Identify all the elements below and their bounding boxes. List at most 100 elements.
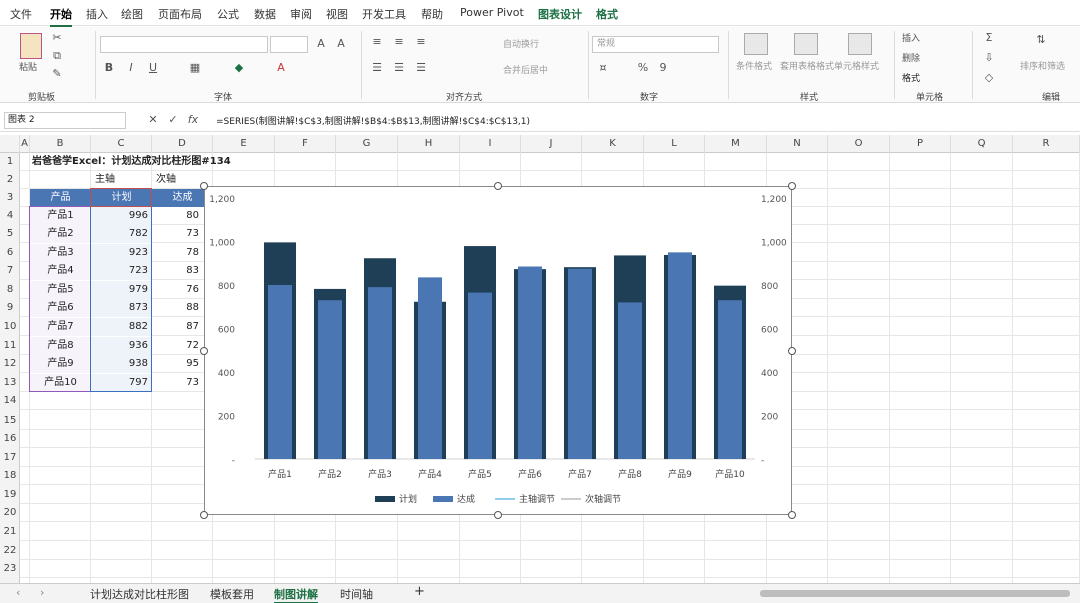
- delete-cells-button[interactable]: 删除: [902, 51, 920, 64]
- column-header[interactable]: O: [828, 135, 890, 153]
- row-header[interactable]: 3: [0, 189, 20, 207]
- align-middle-icon[interactable]: ≡: [392, 35, 406, 49]
- menu-tab-4[interactable]: 页面布局: [158, 6, 202, 22]
- underline-icon[interactable]: U: [146, 61, 160, 75]
- menu-tab-8[interactable]: 视图: [326, 6, 348, 22]
- row-header[interactable]: 11: [0, 337, 20, 355]
- align-center-icon[interactable]: ☰: [392, 61, 406, 75]
- align-bottom-icon[interactable]: ≡: [414, 35, 428, 49]
- sheet-tab[interactable]: 制图讲解: [274, 586, 318, 603]
- column-header[interactable]: F: [275, 135, 336, 153]
- menu-tab-12[interactable]: 图表设计: [538, 6, 582, 22]
- font-grow-icon[interactable]: A: [314, 37, 328, 51]
- italic-icon[interactable]: I: [124, 61, 138, 75]
- resize-handle[interactable]: [788, 347, 796, 355]
- resize-handle[interactable]: [200, 511, 208, 519]
- row-header[interactable]: 5: [0, 225, 20, 243]
- resize-handle[interactable]: [494, 182, 502, 190]
- column-header[interactable]: Q: [951, 135, 1013, 153]
- resize-handle[interactable]: [200, 182, 208, 190]
- column-header[interactable]: C: [91, 135, 152, 153]
- insert-function-icon[interactable]: fx: [186, 113, 200, 127]
- conditional-format-button[interactable]: 条件格式: [736, 59, 772, 72]
- wrap-text-button[interactable]: 自动换行: [503, 37, 539, 50]
- font-shrink-icon[interactable]: A: [334, 37, 348, 51]
- menu-tab-9[interactable]: 开发工具: [362, 6, 406, 22]
- percent-icon[interactable]: %: [636, 61, 650, 75]
- column-header[interactable]: A: [20, 135, 30, 153]
- column-header[interactable]: L: [644, 135, 705, 153]
- row-header[interactable]: 4: [0, 207, 20, 225]
- row-header[interactable]: 20: [0, 504, 20, 522]
- table-header-cell[interactable]: 产品: [30, 189, 91, 207]
- row-header[interactable]: 7: [0, 262, 20, 280]
- paste-button[interactable]: 粘贴: [19, 60, 37, 73]
- column-header[interactable]: M: [705, 135, 767, 153]
- row-header[interactable]: 9: [0, 299, 20, 317]
- sort-filter-icon[interactable]: ⇅: [1034, 33, 1048, 47]
- add-sheet-button[interactable]: +: [414, 584, 425, 599]
- column-header[interactable]: H: [398, 135, 460, 153]
- format-cells-button[interactable]: 格式: [902, 71, 920, 84]
- resize-handle[interactable]: [494, 511, 502, 519]
- row-header[interactable]: 21: [0, 523, 20, 541]
- resize-handle[interactable]: [788, 511, 796, 519]
- menu-tab-13[interactable]: 格式: [596, 6, 618, 22]
- row-header[interactable]: 1: [0, 153, 20, 171]
- bold-icon[interactable]: B: [102, 61, 116, 75]
- autosum-icon[interactable]: Σ: [982, 31, 996, 45]
- menu-tab-3[interactable]: 绘图: [121, 6, 143, 22]
- menu-tab-7[interactable]: 审阅: [290, 6, 312, 22]
- row-header[interactable]: 10: [0, 318, 20, 336]
- resize-handle[interactable]: [200, 347, 208, 355]
- formula-input[interactable]: =SERIES(制图讲解!$C$3,制图讲解!$B$4:$B$13,制图讲解!$…: [216, 114, 530, 127]
- scroll-left-icon[interactable]: ‹: [16, 586, 20, 599]
- cancel-icon[interactable]: ✕: [146, 113, 160, 127]
- insert-cells-button[interactable]: 插入: [902, 31, 920, 44]
- format-table-button[interactable]: 套用表格格式: [780, 59, 834, 72]
- format-painter-icon[interactable]: ✎: [50, 67, 64, 81]
- column-header[interactable]: G: [336, 135, 398, 153]
- horizontal-scrollbar[interactable]: [760, 590, 1070, 597]
- menu-tab-0[interactable]: 文件: [10, 6, 32, 22]
- column-header[interactable]: K: [582, 135, 644, 153]
- border-icon[interactable]: ▦: [188, 61, 202, 75]
- cell-styles-icon[interactable]: [848, 33, 872, 55]
- sheet-tab[interactable]: 计划达成对比柱形图: [90, 586, 189, 602]
- row-header[interactable]: 22: [0, 542, 20, 560]
- column-header[interactable]: D: [152, 135, 213, 153]
- menu-tab-11[interactable]: Power Pivot: [460, 6, 524, 19]
- column-header[interactable]: N: [767, 135, 828, 153]
- font-name-dropdown[interactable]: [100, 36, 268, 53]
- merge-center-button[interactable]: 合并后居中: [503, 63, 548, 76]
- scroll-right-icon[interactable]: ›: [40, 586, 44, 599]
- clear-icon[interactable]: ◇: [982, 71, 996, 85]
- column-header[interactable]: E: [213, 135, 275, 153]
- format-table-icon[interactable]: [794, 33, 818, 55]
- sheet-tab[interactable]: 时间轴: [340, 586, 373, 602]
- resize-handle[interactable]: [788, 182, 796, 190]
- cell-styles-button[interactable]: 单元格样式: [834, 59, 879, 72]
- menu-tab-10[interactable]: 帮助: [421, 6, 443, 22]
- align-top-icon[interactable]: ≡: [370, 35, 384, 49]
- row-header[interactable]: 8: [0, 281, 20, 299]
- align-left-icon[interactable]: ☰: [370, 61, 384, 75]
- cut-icon[interactable]: ✂: [50, 31, 64, 45]
- row-header[interactable]: 18: [0, 467, 20, 485]
- column-header[interactable]: B: [30, 135, 91, 153]
- row-header[interactable]: 16: [0, 430, 20, 448]
- column-header[interactable]: P: [890, 135, 951, 153]
- column-header[interactable]: J: [521, 135, 582, 153]
- name-box[interactable]: 图表 2: [4, 112, 126, 129]
- column-header[interactable]: R: [1013, 135, 1080, 153]
- row-header[interactable]: 15: [0, 412, 20, 430]
- sheet-tab[interactable]: 模板套用: [210, 586, 254, 602]
- fill-icon[interactable]: ⇩: [982, 51, 996, 65]
- sort-filter-button[interactable]: 排序和筛选: [1020, 59, 1065, 72]
- chart[interactable]: 1,200 1,200 1,000 1,000 800 800 600 600 400 400 20…: [200, 182, 796, 519]
- conditional-format-icon[interactable]: [744, 33, 768, 55]
- currency-icon[interactable]: ¤: [596, 61, 610, 75]
- menu-tab-6[interactable]: 数据: [254, 6, 276, 22]
- comma-icon[interactable]: 9: [656, 61, 670, 75]
- number-format-dropdown[interactable]: 常规: [592, 36, 719, 53]
